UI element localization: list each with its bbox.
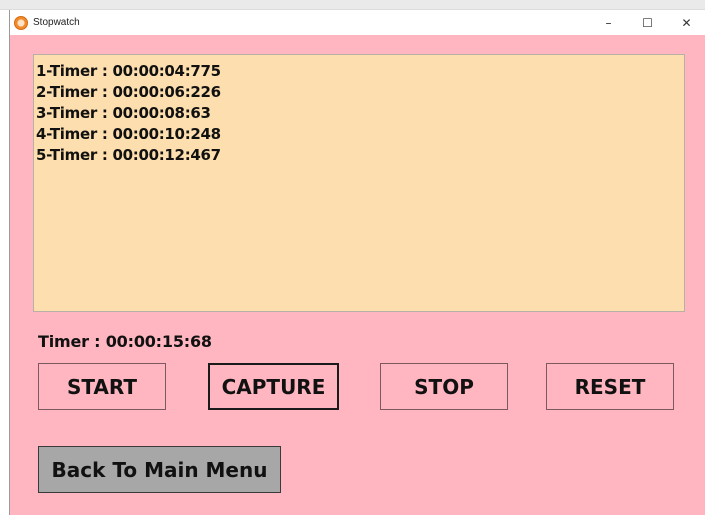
- window-title: Stopwatch: [33, 17, 80, 28]
- lap-entry: 5-Timer : 00:00:12:467: [36, 146, 221, 164]
- timer-readout: Timer : 00:00:15:68: [38, 332, 212, 351]
- minimize-button[interactable]: –: [589, 10, 628, 35]
- reset-button[interactable]: RESET: [546, 363, 674, 410]
- close-button[interactable]: ✕: [667, 10, 705, 35]
- lap-entry: 1-Timer : 00:00:04:775: [36, 62, 221, 80]
- lap-log-textarea[interactable]: 1-Timer : 00:00:04:775 2-Timer : 00:00:0…: [33, 54, 685, 312]
- stopwatch-window: Stopwatch – ☐ ✕ 1-Timer : 00:00:04:775 2…: [9, 10, 705, 515]
- lap-entry: 3-Timer : 00:00:08:63: [36, 104, 211, 122]
- app-icon: [14, 15, 28, 30]
- back-to-main-menu-button[interactable]: Back To Main Menu: [38, 446, 281, 493]
- capture-button[interactable]: CAPTURE: [208, 363, 339, 410]
- lap-entry: 2-Timer : 00:00:06:226: [36, 83, 221, 101]
- lap-entry: 4-Timer : 00:00:10:248: [36, 125, 221, 143]
- title-bar: Stopwatch – ☐ ✕: [10, 10, 705, 35]
- background-taskbar-strip: [0, 0, 705, 10]
- maximize-button[interactable]: ☐: [628, 10, 667, 35]
- start-button[interactable]: START: [38, 363, 166, 410]
- stop-button[interactable]: STOP: [380, 363, 508, 410]
- window-controls: – ☐ ✕: [589, 10, 705, 35]
